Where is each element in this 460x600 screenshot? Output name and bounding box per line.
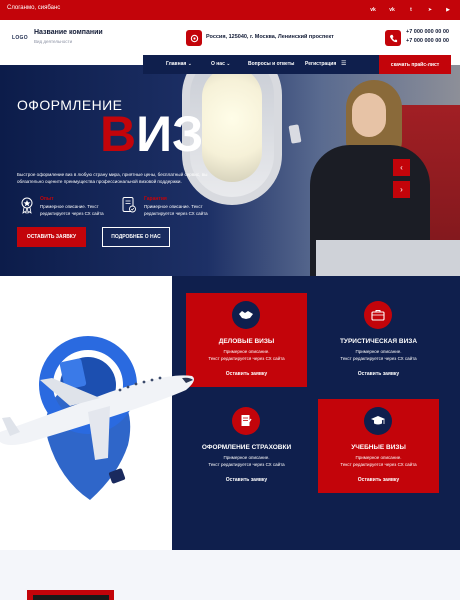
hero-title-accent: В — [100, 106, 137, 162]
about-us-button[interactable]: ПОДРОБНЕЕ О НАС — [102, 227, 170, 247]
document-icon — [121, 196, 137, 214]
hero-banner: ОФОРМЛЕНИЕ ВИЗ Быстрое оформление виз в … — [0, 65, 460, 276]
slider-prev-button[interactable]: ‹ — [393, 159, 410, 176]
service-title: ТУРИСТИЧЕСКАЯ ВИЗА — [339, 338, 418, 345]
main-nav: Главная ⌄ О нас ⌄ Вопросы и ответы Регис… — [143, 55, 379, 74]
submit-request-button[interactable]: ОСТАВИТЬ ЗАЯВКУ — [17, 227, 86, 247]
service-description: Примерное описание. Текст редактируется ч… — [340, 349, 417, 361]
chevron-down-icon: ⌄ — [187, 61, 192, 67]
service-card-tourist-visa[interactable]: ТУРИСТИЧЕСКАЯ ВИЗА Примерное описание. Те… — [318, 293, 439, 387]
hero-title: ВИЗ — [100, 109, 203, 159]
top-bar: Слоганмо, сиябанс vk vk t ➤ ▶ — [0, 0, 460, 20]
service-request-link[interactable]: Оставить заявку — [318, 477, 439, 483]
nav-item-about[interactable]: О нас ⌄ — [211, 61, 230, 67]
service-title: ДЕЛОВЫЕ ВИЗЫ — [218, 338, 275, 345]
feature-title-experience: Опыт — [40, 196, 54, 202]
vk-alt-icon[interactable]: vk — [386, 4, 398, 16]
nav-item-label: О нас — [211, 61, 225, 67]
feature-title-guarantee: Гарантия — [144, 196, 167, 202]
hero-description: Быстрое оформление виз в любую страну ми… — [17, 172, 208, 185]
company-activity: Вид деятельности — [34, 39, 73, 44]
logo[interactable]: LOGO — [12, 35, 28, 41]
smartphone-image — [288, 124, 302, 144]
location-icon — [186, 30, 202, 46]
youtube-icon[interactable]: ▶ — [442, 4, 454, 16]
hero-title-rest: ИЗ — [136, 106, 204, 162]
service-description: Примерное описание. Текст редактируется ч… — [208, 349, 285, 361]
service-description: Примерное описание. Текст редактируется ч… — [340, 455, 417, 467]
service-title: УЧЕБНЫЕ ВИЗЫ — [351, 444, 406, 451]
feature-text-experience: Примерное описание. Текст редактируется … — [40, 204, 104, 216]
handshake-icon — [232, 301, 260, 329]
service-card-insurance[interactable]: ОФОРМЛЕНИЕ СТРАХОВКИ Примерное описание.… — [186, 399, 307, 493]
suitcase-icon — [364, 301, 392, 329]
service-request-link[interactable]: Оставить заявку — [318, 371, 439, 377]
nav-item-registration[interactable]: Регистрация — [305, 61, 336, 67]
nav-item-home[interactable]: Главная ⌄ — [166, 61, 192, 67]
service-title: ОФОРМЛЕНИЕ СТРАХОВКИ — [201, 444, 292, 451]
address: Россия, 125040, г. Москва, Ленинский про… — [206, 34, 334, 40]
chevron-down-icon: ⌄ — [226, 61, 231, 67]
nav-item-faq[interactable]: Вопросы и ответы — [248, 61, 294, 67]
airplane-illustration — [0, 290, 200, 510]
vk-icon[interactable]: vk — [367, 4, 379, 16]
service-card-study-visa[interactable]: УЧЕБНЫЕ ВИЗЫ Примерное описание. Текст ре… — [318, 399, 439, 493]
service-request-link[interactable]: Оставить заявку — [186, 477, 307, 483]
feature-text-guarantee: Примерное описание. Текст редактируется … — [144, 204, 208, 216]
service-description: Примерное описание. Текст редактируется ч… — [208, 455, 285, 467]
download-price-list-button[interactable]: скачать прайс-лист — [379, 55, 451, 74]
telegram-icon[interactable]: ➤ — [424, 4, 436, 16]
phone-icon — [385, 30, 401, 46]
company-name: Название компании — [34, 29, 103, 36]
slider-next-button[interactable]: › — [393, 181, 410, 198]
next-section-image — [33, 595, 109, 600]
menu-icon[interactable]: ☰ — [341, 60, 346, 67]
tray-table-image — [316, 240, 460, 276]
contract-icon — [232, 407, 260, 435]
graduation-cap-icon — [364, 407, 392, 435]
award-icon — [19, 196, 35, 215]
twitter-icon[interactable]: t — [405, 4, 417, 16]
service-card-business-visa[interactable]: ДЕЛОВЫЕ ВИЗЫ Примерное описание. Текст ре… — [186, 293, 307, 387]
passenger-face-image — [352, 93, 386, 137]
phone-number-2[interactable]: +7 000 000 00 00 — [406, 38, 449, 44]
nav-item-label: Главная — [166, 61, 187, 67]
slogan: Слоганмо, сиябанс — [7, 5, 61, 11]
service-request-link[interactable]: Оставить заявку — [186, 371, 307, 377]
phone-number-1[interactable]: +7 000 000 00 00 — [406, 29, 449, 35]
